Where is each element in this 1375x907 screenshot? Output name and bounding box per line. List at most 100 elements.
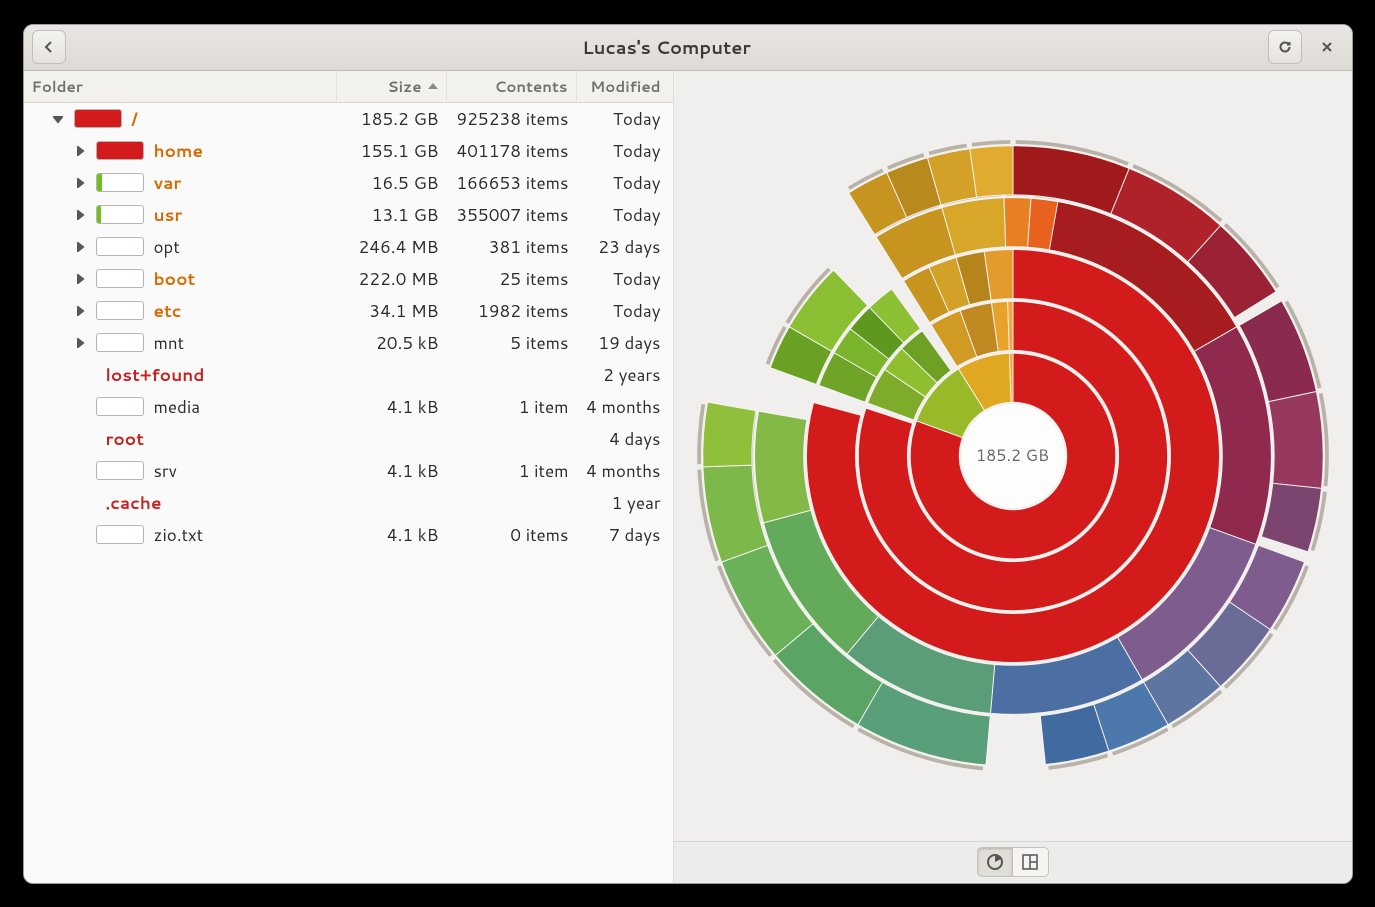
cell-modified: Today [577, 107, 673, 131]
expander-icon[interactable] [74, 273, 86, 285]
view-treemap-button[interactable] [1013, 847, 1049, 877]
cell-contents: 25 items [447, 267, 577, 291]
tree-row[interactable]: var16.5 GB166653 itemsToday [24, 167, 673, 199]
size-bar [96, 525, 144, 544]
rings-icon [986, 853, 1004, 871]
chart-panel: 185.2 GB [674, 71, 1352, 883]
tree-row[interactable]: home155.1 GB401178 itemsToday [24, 135, 673, 167]
rings-chart[interactable]: 185.2 GB [674, 71, 1352, 841]
expander-icon [74, 401, 86, 413]
tree-row[interactable]: boot222.0 MB25 itemsToday [24, 263, 673, 295]
view-rings-button[interactable] [977, 847, 1013, 877]
column-modified[interactable]: Modified [577, 71, 673, 102]
ring-segment[interactable] [702, 402, 755, 467]
tree-row[interactable]: opt246.4 MB381 items23 days [24, 231, 673, 263]
column-headers: Folder Size Contents Modified [24, 71, 673, 103]
size-bar [96, 333, 144, 352]
folder-name: home [154, 139, 204, 163]
folder-name: / [132, 107, 138, 131]
cell-size: 155.1 GB [337, 139, 447, 163]
expander-icon[interactable] [52, 113, 64, 125]
cell-modified: 23 days [577, 235, 673, 259]
refresh-icon [1277, 39, 1293, 55]
titlebar: Lucas's Computer [24, 25, 1352, 71]
tree-row[interactable]: etc34.1 MB1982 itemsToday [24, 295, 673, 327]
ring-segment[interactable] [1261, 483, 1321, 552]
cell-size: 222.0 MB [337, 267, 447, 291]
cell-size: 16.5 GB [337, 171, 447, 195]
cell-contents: 925238 items [447, 107, 577, 131]
cell-modified: Today [577, 299, 673, 323]
expander-icon [74, 465, 86, 477]
size-bar [96, 205, 144, 224]
treemap-icon [1021, 853, 1039, 871]
column-contents[interactable]: Contents [447, 71, 577, 102]
folder-name: mnt [154, 331, 185, 355]
expander-icon[interactable] [74, 145, 86, 157]
ring-segment[interactable] [969, 145, 1012, 197]
cell-modified: 4 months [577, 459, 673, 483]
size-bar [96, 301, 144, 320]
folder-name: .cache [106, 491, 162, 515]
cell-size: 185.2 GB [337, 107, 447, 131]
cell-modified: 7 days [577, 523, 673, 547]
size-bar [96, 461, 144, 480]
back-button[interactable] [32, 30, 66, 64]
cell-modified: 1 year [577, 491, 673, 515]
view-switcher [674, 841, 1352, 883]
tree-row[interactable]: lost+found 2 years [24, 359, 673, 391]
tree-row[interactable]: / 185.2 GB925238 itemsToday [24, 103, 673, 135]
tree-row[interactable]: root4 days [24, 423, 673, 455]
tree-row[interactable]: srv4.1 kB1 item4 months [24, 455, 673, 487]
cell-contents: 0 items [447, 523, 577, 547]
cell-modified: 2 years [577, 363, 673, 387]
cell-size: 4.1 kB [337, 395, 447, 419]
cell-modified: 19 days [577, 331, 673, 355]
folder-name: media [154, 395, 201, 419]
ring-segment[interactable] [1268, 391, 1323, 488]
expander-icon[interactable] [74, 241, 86, 253]
cell-contents: 401178 items [447, 139, 577, 163]
tree-row[interactable]: mnt 20.5 kB5 items19 days [24, 327, 673, 359]
folder-tree: Folder Size Contents Modified / 185.2 GB9… [24, 71, 674, 883]
app-window: Lucas's Computer Folder Size Contents Mo… [23, 24, 1353, 884]
folder-name: etc [154, 299, 182, 323]
folder-name: lost+found [106, 363, 205, 387]
cell-modified: Today [577, 203, 673, 227]
cell-modified: 4 days [577, 427, 673, 451]
cell-contents: 355007 items [447, 203, 577, 227]
cell-modified: Today [577, 171, 673, 195]
refresh-button[interactable] [1268, 30, 1302, 64]
expander-icon[interactable] [74, 337, 86, 349]
cell-contents: 166653 items [447, 171, 577, 195]
expander-icon[interactable] [74, 305, 86, 317]
tree-row[interactable]: usr13.1 GB355007 itemsToday [24, 199, 673, 231]
tree-row[interactable]: .cache 1 year [24, 487, 673, 519]
expander-icon [74, 433, 86, 445]
cell-contents: 381 items [447, 235, 577, 259]
size-bar [96, 269, 144, 288]
window-title: Lucas's Computer [74, 34, 1260, 60]
tree-rows[interactable]: /185.2 GB925238 itemsTodayhome155.1 GB40… [24, 103, 673, 883]
size-bar [96, 141, 144, 160]
cell-size: 246.4 MB [337, 235, 447, 259]
ring-segment[interactable] [1003, 197, 1030, 247]
folder-name: srv [154, 459, 177, 483]
chart-center-label: 185.2 GB [976, 444, 1049, 467]
tree-row[interactable]: media4.1 kB1 item4 months [24, 391, 673, 423]
expander-icon[interactable] [74, 177, 86, 189]
cell-size: 20.5 kB [337, 331, 447, 355]
column-folder[interactable]: Folder [24, 71, 337, 102]
cell-contents: 5 items [447, 331, 577, 355]
cell-contents: 1 item [447, 459, 577, 483]
folder-name: zio.txt [154, 523, 204, 547]
tree-row[interactable]: zio.txt4.1 kB0 items7 days [24, 519, 673, 551]
size-bar [74, 109, 122, 128]
close-button[interactable] [1310, 30, 1344, 64]
column-size[interactable]: Size [337, 71, 447, 102]
expander-icon [74, 497, 86, 509]
ring-segment[interactable] [754, 411, 810, 523]
size-bar [96, 173, 144, 192]
expander-icon[interactable] [74, 209, 86, 221]
close-icon [1319, 39, 1335, 55]
